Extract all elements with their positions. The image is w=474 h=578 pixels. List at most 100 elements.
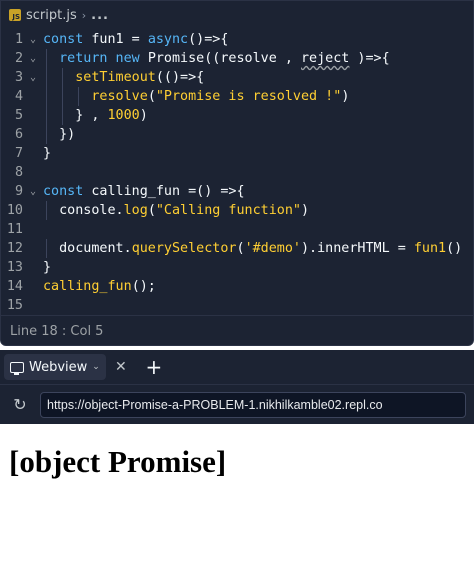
code-text: const calling_fun =() =>{	[43, 182, 245, 201]
line-number: 15	[6, 298, 23, 313]
code-token: setTimeout	[75, 70, 156, 85]
fold-gutter	[23, 296, 43, 315]
code-line[interactable]: 5 } , 1000)	[1, 106, 473, 125]
line-number: 7	[14, 146, 23, 161]
fold-gutter	[23, 87, 43, 106]
code-line[interactable]: 4 resolve("Promise is resolved !")	[1, 87, 473, 106]
cursor-position: Line 18 : Col 5	[10, 323, 104, 339]
code-line[interactable]: 10 console.log("Calling function")	[1, 201, 473, 220]
code-editor[interactable]: JS script.js › ... 1 ⌄ const fun1 = async(…	[0, 0, 474, 346]
indent-guide	[46, 87, 47, 106]
code-token: reject	[301, 51, 350, 66]
js-file-icon: JS	[9, 9, 21, 21]
code-token: ).innerHTML =	[301, 241, 414, 256]
code-text: setTimeout(()=>{	[43, 68, 204, 87]
fold-chevron-icon[interactable]: ⌄	[23, 68, 43, 87]
code-token: const	[43, 32, 92, 47]
webview-page: [object Promise]	[0, 424, 474, 578]
code-token: "Calling function"	[155, 203, 301, 218]
reload-icon[interactable]: ↻	[0, 385, 40, 425]
indent-guide	[62, 87, 64, 106]
fold-gutter	[23, 277, 43, 296]
indent-guide	[46, 106, 47, 125]
breadcrumb-more[interactable]: ...	[91, 8, 109, 23]
code-line[interactable]: 13}	[1, 258, 473, 277]
code-line[interactable]: 1 ⌄ const fun1 = async()=>{	[1, 30, 473, 49]
fold-chevron-icon[interactable]: ⌄	[23, 49, 43, 68]
code-token: resolve	[91, 89, 148, 104]
code-line[interactable]: 6 })	[1, 125, 473, 144]
indent-guide	[78, 87, 80, 106]
line-number: 13	[6, 260, 23, 275]
fold-gutter	[23, 125, 43, 144]
indent-guide	[46, 125, 47, 144]
indent-guide	[46, 239, 47, 258]
code-line[interactable]: 15	[1, 296, 473, 315]
monitor-icon	[10, 361, 24, 375]
fold-gutter	[23, 239, 43, 258]
code-token: fun1	[413, 241, 447, 256]
fold-chevron-icon[interactable]: ⌄	[23, 182, 43, 201]
line-number: 11	[6, 222, 23, 237]
code-token: Promise((resolve ,	[147, 51, 301, 66]
code-token: '#demo'	[244, 241, 301, 256]
indent-guide	[46, 201, 47, 220]
fold-chevron-icon[interactable]: ⌄	[23, 30, 43, 49]
code-line[interactable]: 9 ⌄ const calling_fun =() =>{	[1, 182, 473, 201]
line-number: 10	[6, 203, 23, 218]
code-token: ();	[131, 279, 156, 294]
code-token: (	[147, 203, 156, 218]
line-number: 8	[14, 165, 23, 180]
code-token: (	[236, 241, 245, 256]
fold-gutter	[23, 163, 43, 182]
code-text: })	[43, 125, 75, 144]
fold-gutter	[23, 201, 43, 220]
code-text: resolve("Promise is resolved !")	[43, 87, 349, 106]
add-tab-button[interactable]: +	[142, 355, 166, 379]
code-token: )	[139, 108, 148, 123]
code-line[interactable]: 12 document.querySelector('#demo').inner…	[1, 239, 473, 258]
breadcrumb-file[interactable]: script.js	[26, 8, 77, 23]
code-token: return new	[59, 51, 148, 66]
webview-tab-bar: Webview ⌄ ✕ +	[0, 350, 474, 384]
code-text: const fun1 = async()=>{	[43, 30, 228, 49]
code-text: }	[43, 144, 51, 163]
code-text: console.log("Calling function")	[43, 201, 309, 220]
code-token: })	[59, 127, 76, 142]
code-text: document.querySelector('#demo').innerHTM…	[43, 239, 462, 258]
indent-guide	[46, 68, 47, 87]
code-line[interactable]: 3 ⌄ setTimeout(()=>{	[1, 68, 473, 87]
tab-webview[interactable]: Webview ⌄	[4, 354, 106, 380]
code-token: (	[147, 89, 156, 104]
code-token: calling_fun	[43, 279, 132, 294]
close-icon[interactable]: ✕	[110, 356, 132, 378]
code-token: )=>{	[349, 51, 390, 66]
code-line[interactable]: 11	[1, 220, 473, 239]
code-line[interactable]: 7}	[1, 144, 473, 163]
code-text: calling_fun();	[43, 277, 156, 296]
code-line[interactable]: 2 ⌄ return new Promise((resolve , reject …	[1, 49, 473, 68]
line-number: 2	[14, 51, 23, 66]
code-token: calling_fun =() =>{	[91, 184, 245, 199]
fold-gutter	[23, 258, 43, 277]
indent-guide	[46, 49, 47, 68]
line-number: 9	[14, 184, 23, 199]
code-text: } , 1000)	[43, 106, 148, 125]
code-token: fun1 =	[91, 32, 148, 47]
url-input[interactable]: https://object-Promise-a-PROBLEM-1.nikhi…	[40, 391, 466, 418]
code-token: )	[341, 89, 350, 104]
code-token: ()=>{	[188, 32, 229, 47]
fold-gutter	[23, 220, 43, 239]
chevron-down-icon[interactable]: ⌄	[92, 362, 100, 372]
tab-webview-label: Webview	[29, 359, 88, 375]
code-token: (()=>{	[155, 70, 205, 85]
url-bar: ↻ https://object-Promise-a-PROBLEM-1.nik…	[0, 384, 474, 424]
line-number: 3	[14, 70, 23, 85]
code-token: } ,	[75, 108, 108, 123]
code-area[interactable]: 1 ⌄ const fun1 = async()=>{2 ⌄ return new P…	[1, 30, 473, 315]
code-line[interactable]: 14 calling_fun();	[1, 277, 473, 296]
line-number: 14	[6, 279, 23, 294]
code-token: }	[43, 146, 52, 161]
editor-status-bar: Line 18 : Col 5	[1, 315, 473, 345]
code-line[interactable]: 8	[1, 163, 473, 182]
